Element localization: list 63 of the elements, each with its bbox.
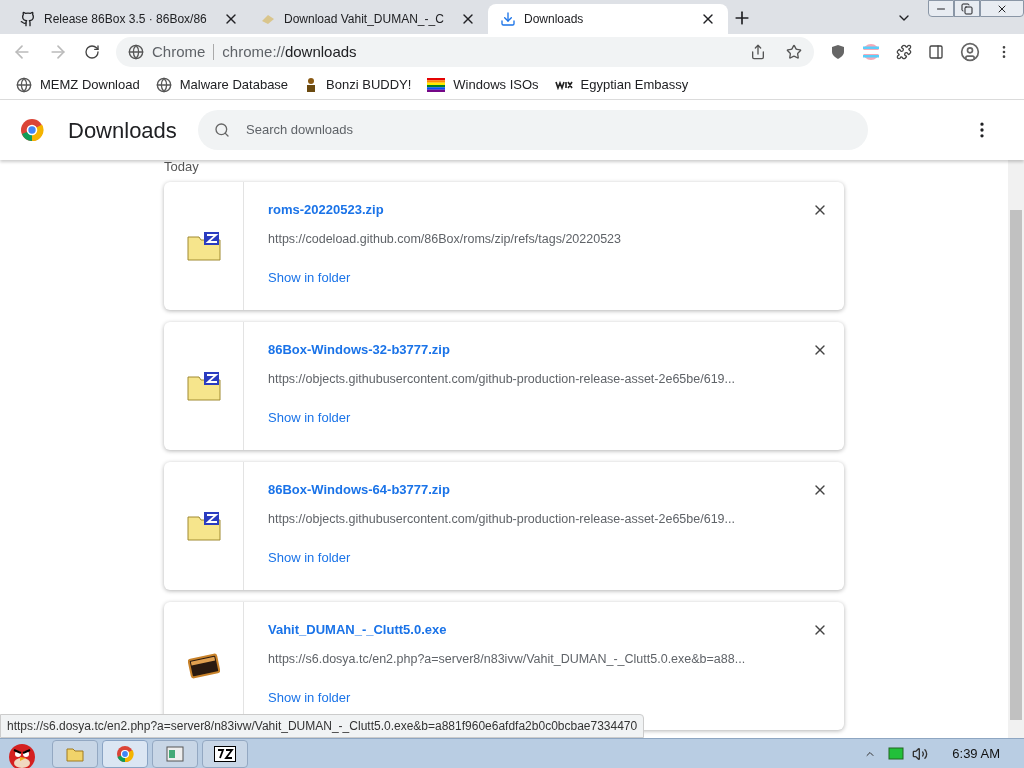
- bookmark-item[interactable]: Bonzi BUDDY!: [304, 74, 412, 95]
- archive-file-icon: [186, 511, 221, 541]
- show-in-folder-link[interactable]: Show in folder: [268, 548, 351, 568]
- profile-icon[interactable]: [960, 42, 980, 62]
- site-info-icon: [128, 44, 144, 60]
- scrollbar[interactable]: [1008, 160, 1024, 738]
- search-field[interactable]: Search downloads: [198, 110, 868, 150]
- address-bar[interactable]: Chrome chrome://downloads: [116, 37, 814, 67]
- search-input[interactable]: Search downloads: [246, 120, 852, 140]
- file-name-link[interactable]: 86Box-Windows-64-b3777.zip: [268, 480, 450, 500]
- browser-tab[interactable]: Release 86Box 3.5 · 86Box/86: [8, 4, 248, 34]
- globe-icon: [155, 76, 172, 93]
- shield-icon[interactable]: [830, 44, 846, 60]
- file-url: https://objects.githubusercontent.com/github-production-release-asset-2e65be/619...: [268, 510, 736, 528]
- folder-icon: [66, 745, 84, 762]
- browser-tab[interactable]: Download Vahit_DUMAN_-_C: [248, 4, 488, 34]
- volume-icon[interactable]: [912, 745, 929, 762]
- file-url: https://codeload.github.com/86Box/roms/zip/refs/tags/20220523: [268, 230, 622, 248]
- minimize-button[interactable]: [928, 0, 954, 17]
- status-bubble: https://s6.dosya.tc/en2.php?a=server8/n83ivw/Vahit_DUMAN_-_Clutt5.0.exe&b=a881f960e6afdfa2b0c0bcbae7334470: [0, 714, 645, 738]
- bookmark-item[interactable]: Malware Database: [155, 74, 289, 95]
- bookmark-item[interactable]: MEMZ Download: [16, 74, 140, 95]
- download-icon: [500, 11, 516, 27]
- file-name-link[interactable]: 86Box-Windows-32-b3777.zip: [268, 340, 450, 360]
- file-name-link[interactable]: roms-20220523.zip: [268, 200, 384, 220]
- program-file-icon: [187, 653, 220, 679]
- file-url: https://objects.githubusercontent.com/github-production-release-asset-2e65be/619...: [268, 370, 736, 388]
- tab-title: Downloads: [524, 11, 584, 28]
- close-window-button[interactable]: [980, 0, 1024, 17]
- archive-file-icon: [186, 371, 221, 401]
- share-icon[interactable]: [750, 44, 766, 60]
- bookmark-item[interactable]: Egyptian Embassy: [554, 74, 689, 95]
- bookmark-star-icon[interactable]: [786, 44, 802, 60]
- file-url: https://s6.dosya.tc/en2.php?a=server8/n83ivw/Vahit_DUMAN_-_Clutt5.0.exe&b=a88...: [268, 650, 747, 668]
- search-icon: [214, 122, 230, 138]
- section-heading: Today: [164, 160, 199, 174]
- page-label: Chrome: [152, 41, 206, 62]
- archive-file-icon: [186, 231, 221, 261]
- globe-icon: [16, 76, 32, 93]
- file-name-link[interactable]: Vahit_DUMAN_-_Clutt5.0.exe: [268, 620, 447, 640]
- chrome-logo-icon: [20, 118, 44, 142]
- chrome-icon: [116, 744, 134, 763]
- browser-tab[interactable]: Downloads: [488, 4, 728, 34]
- reload-icon[interactable]: [84, 44, 100, 60]
- url-text: chrome://downloads: [222, 41, 357, 62]
- archiver-icon: [214, 745, 236, 762]
- restore-icon: [961, 2, 973, 15]
- wix-logo-icon: [554, 79, 573, 90]
- extensions-icon[interactable]: [896, 44, 912, 60]
- show-in-folder-link[interactable]: Show in folder: [268, 408, 351, 428]
- taskbar-button[interactable]: [202, 739, 248, 768]
- window-icon: [166, 745, 184, 762]
- tab-title: Release 86Box 3.5 · 86Box/86: [44, 11, 207, 28]
- show-in-folder-link[interactable]: Show in folder: [268, 688, 351, 708]
- clock-time[interactable]: 6:39 AM: [952, 743, 1000, 764]
- restore-button[interactable]: [954, 0, 980, 17]
- github-icon: [20, 11, 36, 27]
- side-panel-icon[interactable]: [928, 44, 944, 60]
- page-title: Downloads: [68, 116, 178, 145]
- bookmark-item[interactable]: Windows ISOs: [427, 74, 539, 95]
- show-in-folder-link[interactable]: Show in folder: [268, 268, 351, 288]
- tab-title: Download Vahit_DUMAN_-_C: [284, 11, 444, 28]
- rainbow-flag-icon: [427, 77, 446, 92]
